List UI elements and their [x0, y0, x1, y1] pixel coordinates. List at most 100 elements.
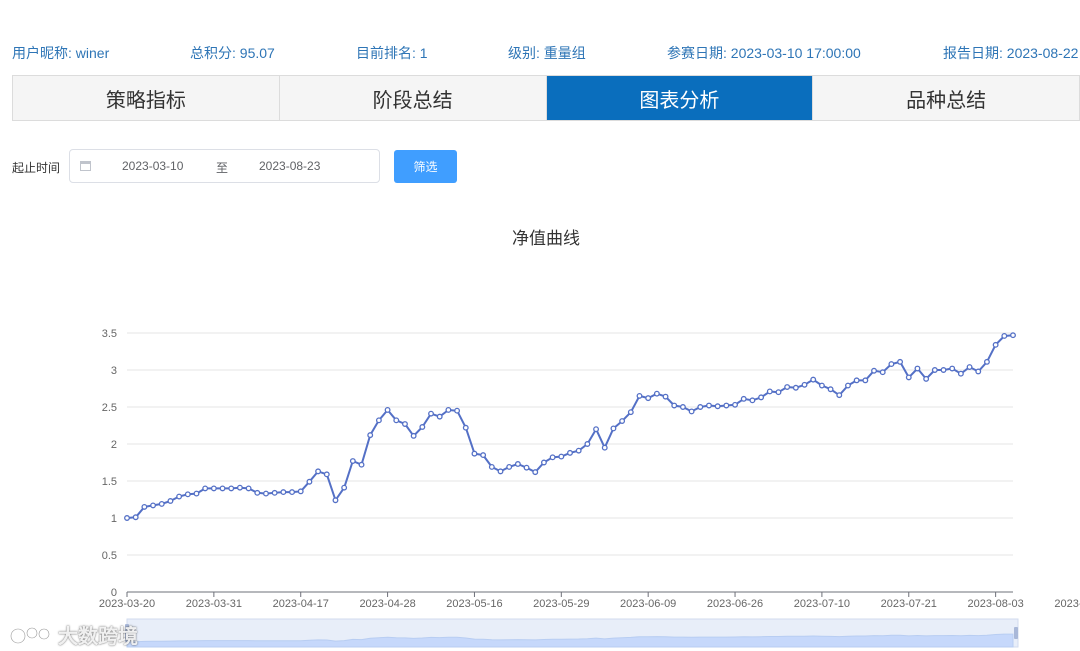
data-point — [575, 447, 582, 454]
data-point — [697, 404, 704, 410]
data-point — [801, 381, 808, 388]
data-point — [714, 403, 721, 410]
data-point — [784, 384, 791, 390]
data-point — [497, 468, 504, 475]
x-tick-label: 2023-04-17 — [273, 598, 329, 610]
data-point — [488, 463, 495, 470]
data-point — [210, 485, 217, 492]
data-point — [853, 377, 860, 384]
x-tick-label: 2023-03-20 — [99, 598, 155, 610]
x-tick-label: 2023-03-31 — [186, 598, 242, 610]
data-point — [315, 468, 322, 475]
data-point — [905, 374, 912, 381]
data-point — [593, 426, 600, 433]
data-point — [645, 395, 652, 402]
data-point — [245, 485, 252, 492]
data-point — [888, 361, 895, 368]
data-zoom-slider[interactable] — [125, 618, 1019, 648]
y-tick-label: 3 — [111, 365, 117, 377]
data-point — [289, 489, 295, 496]
data-point — [940, 367, 947, 373]
x-tick-label: 2023-05-29 — [533, 598, 589, 610]
y-tick-label: 1.5 — [102, 476, 117, 488]
y-tick-label: 2.5 — [102, 402, 117, 414]
data-point — [158, 500, 165, 507]
data-point — [454, 407, 461, 414]
data-point — [949, 365, 956, 372]
data-point — [263, 490, 269, 497]
data-point — [202, 485, 209, 492]
data-point — [436, 413, 443, 420]
data-point — [445, 407, 452, 413]
data-point — [471, 450, 478, 457]
chart-grid — [127, 332, 1013, 556]
data-point — [1001, 333, 1008, 339]
data-point — [367, 432, 374, 439]
data-point — [462, 424, 469, 431]
data-point — [740, 395, 747, 402]
data-point — [254, 489, 261, 496]
data-point — [871, 367, 877, 374]
data-point — [341, 484, 348, 491]
data-point — [297, 488, 304, 495]
data-point — [957, 370, 964, 377]
data-point — [349, 458, 356, 464]
x-tick-label: 2023-07-10 — [794, 598, 850, 610]
chart-series — [124, 332, 1016, 521]
data-point — [845, 382, 851, 389]
data-point — [914, 365, 921, 372]
data-point — [514, 461, 521, 467]
data-point — [636, 392, 643, 399]
data-point — [549, 454, 556, 461]
data-point — [775, 389, 782, 396]
data-point — [428, 410, 434, 417]
data-point — [879, 369, 886, 376]
data-point — [619, 418, 626, 425]
data-point — [558, 453, 565, 460]
x-tick-label: 2023-04-28 — [359, 598, 415, 610]
data-point — [931, 367, 938, 373]
data-point — [193, 490, 200, 497]
data-point — [1010, 332, 1016, 339]
data-point — [975, 368, 982, 375]
data-point — [228, 485, 235, 492]
watermark-logo-icon — [9, 626, 51, 644]
data-point — [567, 449, 573, 456]
data-point — [732, 401, 738, 408]
data-point — [584, 441, 591, 447]
data-point — [480, 452, 487, 459]
watermark-text: 大数跨境 — [58, 626, 138, 648]
data-point — [141, 503, 148, 510]
data-point — [271, 489, 278, 496]
data-point — [897, 358, 904, 365]
data-point — [384, 407, 391, 413]
x-tick-label: 2023-05-16 — [446, 598, 502, 610]
y-tick-label: 1 — [111, 513, 117, 525]
data-point — [540, 459, 547, 466]
data-point — [749, 397, 756, 404]
x-tick-label: 2023-08-03 — [967, 598, 1023, 610]
data-point — [653, 390, 660, 397]
data-point — [410, 432, 417, 439]
data-point — [766, 388, 773, 395]
data-point — [124, 515, 130, 521]
data-point — [184, 491, 191, 498]
data-point — [706, 402, 712, 409]
data-point — [332, 497, 339, 504]
data-point — [671, 402, 678, 409]
data-point — [167, 498, 174, 504]
data-point — [176, 493, 183, 500]
data-point — [219, 485, 226, 492]
data-point — [679, 404, 686, 410]
data-point — [836, 392, 843, 399]
zoom-handle-right[interactable] — [1014, 627, 1018, 639]
data-point — [358, 461, 365, 468]
y-tick-label: 0.5 — [102, 550, 117, 562]
data-point — [688, 408, 695, 415]
data-point — [983, 358, 990, 365]
data-point — [923, 375, 930, 382]
series-line — [126, 334, 1014, 519]
data-point — [419, 424, 426, 430]
data-point — [818, 382, 825, 389]
data-point — [723, 402, 730, 409]
